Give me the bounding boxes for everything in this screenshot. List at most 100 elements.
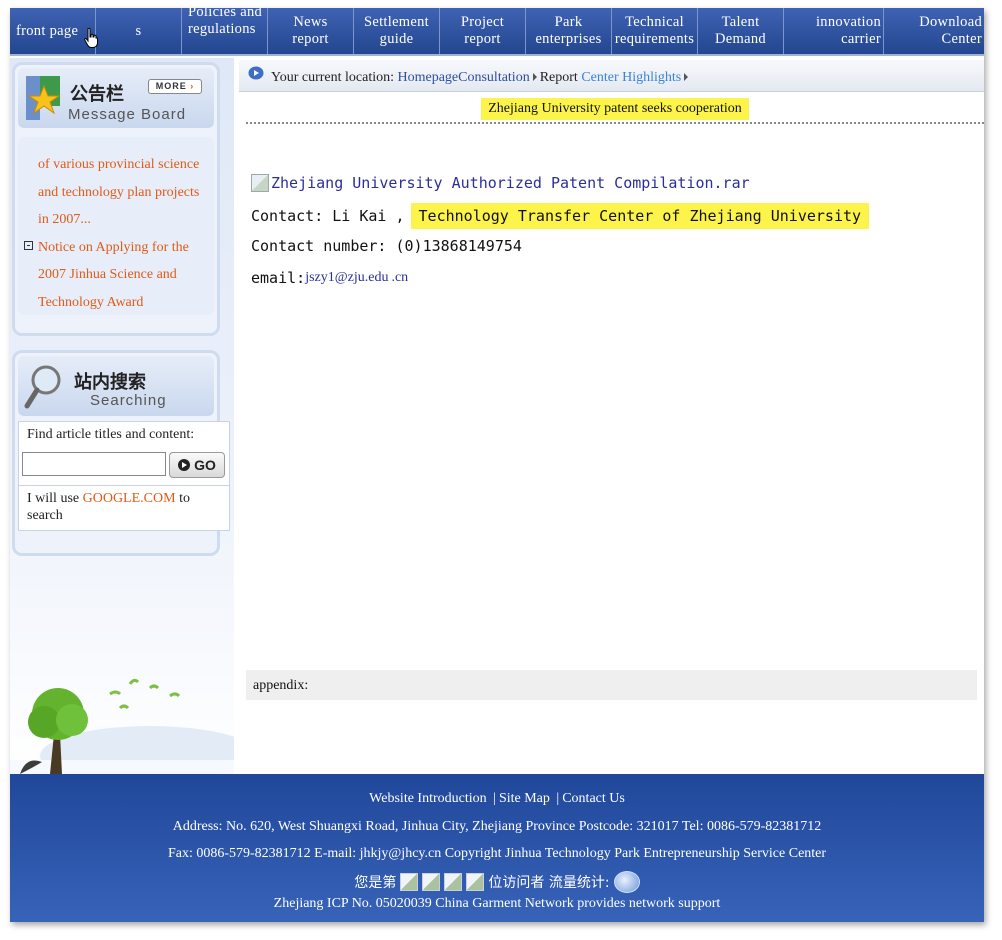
article-title-row: Zhejiang University patent seeks coopera…: [246, 98, 984, 124]
counter-digit-icon: [466, 873, 485, 891]
message-item-2[interactable]: Notice on Applying for the 2007 Jinhua S…: [24, 234, 210, 316]
footer-address: Address: No. 620, West Shuangxi Road, Ji…: [172, 819, 822, 834]
footer: Website Introduction | Site Map | Contact …: [10, 774, 984, 922]
footer-link-site-map[interactable]: Site Map: [499, 791, 550, 806]
message-board-panel: 公告栏 Message Board MORE › of various prov…: [12, 62, 220, 336]
nav-label: Talent Demand: [715, 14, 766, 47]
play-icon: [178, 459, 191, 471]
visitor-suffix: 位访问者 流量统计:: [488, 875, 610, 891]
footer-links: Website Introduction | Site Map | Contact …: [10, 791, 984, 807]
breadcrumb: Your current location: HomepageConsultat…: [239, 60, 984, 92]
breadcrumb-highlights-link[interactable]: Center Highlights: [581, 70, 681, 85]
counter-digit-icon: [444, 873, 463, 891]
email-link[interactable]: jszy1@zju.edu: [305, 270, 388, 286]
nav-item-project-report[interactable]: Project report: [440, 8, 526, 54]
main-content: Your current location: HomepageConsultat…: [239, 58, 984, 774]
search-panel: 站内搜索 Searching Find article titles and c…: [12, 350, 230, 556]
breadcrumb-arrow-icon: [532, 73, 537, 81]
more-label: MORE: [155, 81, 187, 91]
nav-label: innovation carrier: [815, 14, 881, 47]
left-sidebar: 公告栏 Message Board MORE › of various prov…: [10, 58, 234, 774]
nav-label: Policies and regulations: [188, 8, 263, 37]
message-board-list: of various provincial science and techno…: [18, 137, 214, 315]
nav-label: s: [135, 22, 142, 39]
nav-item-park-enterprises[interactable]: Park enterprises: [526, 8, 612, 54]
contact-organization: Technology Transfer Center of Zhejiang U…: [410, 203, 870, 229]
counter-digit-icon: [400, 873, 419, 891]
google-link[interactable]: GOOGLE.COM: [83, 491, 176, 506]
attachment-image-link[interactable]: Zhejiang University Authorized Patent Co…: [251, 171, 971, 195]
article-title: Zhejiang University patent seeks coopera…: [481, 98, 749, 120]
search-title-en: Searching: [90, 392, 167, 409]
phone-line: Contact number: (0)13868149754: [251, 234, 971, 258]
counter-digit-icon: [422, 873, 441, 891]
nav-label: front page: [16, 22, 79, 39]
nav-item-technical-requirements[interactable]: Technical requirements: [612, 8, 698, 54]
contact-prefix: Contact: Li Kai ,: [251, 207, 405, 225]
message-board-title-cn: 公告栏: [70, 84, 124, 105]
go-button[interactable]: GO: [169, 452, 225, 478]
top-navigation: front page s Policies and regulations Ne…: [10, 8, 984, 56]
nav-item-policies[interactable]: Policies and regulations: [182, 8, 268, 54]
article-body: Zhejiang University Authorized Patent Co…: [251, 171, 971, 290]
browser-page: front page s Policies and regulations Ne…: [10, 8, 984, 922]
bullet-square-icon: [24, 240, 33, 250]
nav-item-s[interactable]: s: [96, 8, 182, 54]
appendix-label: appendix:: [253, 678, 309, 693]
nav-item-download-center[interactable]: Download Center: [884, 8, 984, 54]
magnifier-icon: [24, 365, 61, 409]
breadcrumb-prefix: Your current location:: [271, 70, 398, 85]
chevron-right-icon: ›: [190, 81, 195, 91]
message-item-1[interactable]: of various provincial science and techno…: [38, 151, 210, 234]
footer-fax: Fax: 0086-579-82381712 E-mail: jhkjy@jhc…: [167, 846, 827, 861]
tree-decoration-icon: [10, 678, 234, 774]
more-button[interactable]: MORE ›: [148, 79, 202, 94]
attachment-alt-text: Zhejiang University Authorized Patent Co…: [271, 174, 750, 192]
search-form: Find article titles and content: GO I wi…: [18, 421, 230, 531]
breadcrumb-text: Your current location: HomepageConsultat…: [271, 70, 691, 86]
appendix-bar: appendix:: [246, 670, 977, 700]
search-header: 站内搜索 Searching: [18, 356, 214, 416]
nav-item-innovation-carrier[interactable]: innovation carrier: [784, 8, 884, 54]
footer-separator: |: [556, 791, 560, 806]
footer-separator: |: [493, 791, 496, 806]
go-label: GO: [194, 457, 216, 473]
nav-item-news-report[interactable]: News report: [268, 8, 354, 54]
footer-icp: Zhejiang ICP No. 05020039 China Garment …: [273, 896, 721, 911]
breadcrumb-report: Report: [539, 70, 578, 85]
email-line: email: jszy1@zju.edu .cn: [251, 266, 971, 290]
location-arrow-icon: [248, 66, 264, 80]
bulletin-star-icon: [26, 76, 61, 120]
hand-cursor-icon: [84, 28, 98, 48]
visitor-prefix: 您是第: [354, 875, 397, 891]
email-suffix: .cn: [391, 270, 409, 285]
message-item-text: of various provincial science and techno…: [38, 157, 200, 227]
message-board-header: 公告栏 Message Board MORE ›: [18, 68, 214, 128]
nav-label: Technical requirements: [614, 14, 695, 47]
message-board-title-en: Message Board: [68, 106, 187, 123]
nav-label: News report: [292, 14, 329, 47]
footer-link-contact-us[interactable]: Contact Us: [562, 791, 625, 806]
google-search-text: I will use GOOGLE.COM to search: [27, 490, 217, 524]
message-item-text: Notice on Applying for the 2007 Jinhua S…: [38, 239, 189, 310]
phone-text: Contact number: (0)13868149754: [251, 237, 522, 255]
broken-image-icon: [251, 174, 269, 192]
nav-label: Project report: [460, 14, 505, 47]
visitor-counter: 您是第 位访问者 流量统计:: [10, 870, 984, 894]
search-title-cn: 站内搜索: [74, 372, 146, 393]
breadcrumb-arrow-icon: [684, 73, 689, 81]
nav-label: Park enterprises: [535, 14, 602, 47]
nav-item-settlement-guide[interactable]: Settlement guide: [354, 8, 440, 54]
divider: [19, 485, 229, 486]
search-label: Find article titles and content:: [27, 427, 195, 442]
nav-item-talent-demand[interactable]: Talent Demand: [698, 8, 784, 54]
nav-label: Download Center: [919, 14, 982, 47]
google-prefix: I will use: [27, 491, 83, 506]
breadcrumb-home-link[interactable]: HomepageConsultation: [398, 70, 530, 85]
contact-line: Contact: Li Kai , Technology Transfer Ce…: [251, 202, 971, 230]
email-prefix: email:: [251, 269, 306, 287]
search-input[interactable]: [22, 452, 166, 476]
nav-label: Settlement guide: [363, 14, 429, 47]
traffic-stats-icon[interactable]: [613, 871, 640, 893]
footer-link-website-introduction[interactable]: Website Introduction: [369, 791, 486, 806]
